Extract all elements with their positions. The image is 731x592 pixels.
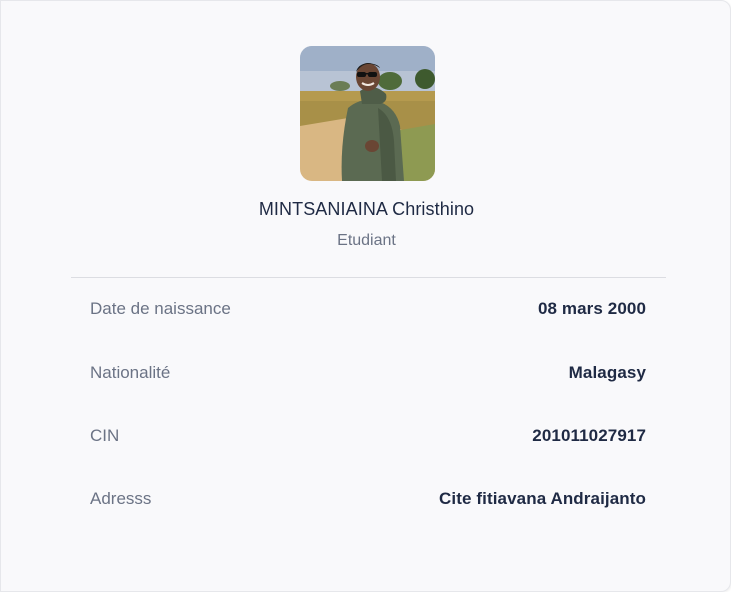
nationality-value: Malagasy	[568, 363, 646, 382]
birth-date-value: 08 mars 2000	[537, 299, 646, 318]
detail-row-cin: CIN 201011027917	[90, 424, 646, 448]
nationality-label: Nationalité	[90, 363, 171, 382]
address-value: Cite fitiavana Andraijanto	[439, 489, 646, 508]
detail-row-address: Adresss Cite fitiavana Andraijanto	[90, 487, 646, 511]
profile-card: MINTSANIAINA Christhino Etudiant Date de…	[0, 0, 731, 592]
cin-value: 201011027917	[532, 426, 646, 445]
address-label: Adresss	[90, 489, 152, 508]
birth-date-label: Date de naissance	[90, 299, 231, 318]
detail-row-nationality: Nationalité Malagasy	[90, 361, 646, 385]
section-divider	[71, 277, 666, 278]
avatar-photo	[300, 46, 435, 181]
profile-name: MINTSANIAINA Christhino	[258, 199, 475, 219]
avatar	[300, 46, 435, 181]
cin-label: CIN	[90, 426, 120, 445]
profile-role: Etudiant	[337, 232, 396, 249]
detail-row-birth-date: Date de naissance 08 mars 2000	[90, 297, 646, 321]
